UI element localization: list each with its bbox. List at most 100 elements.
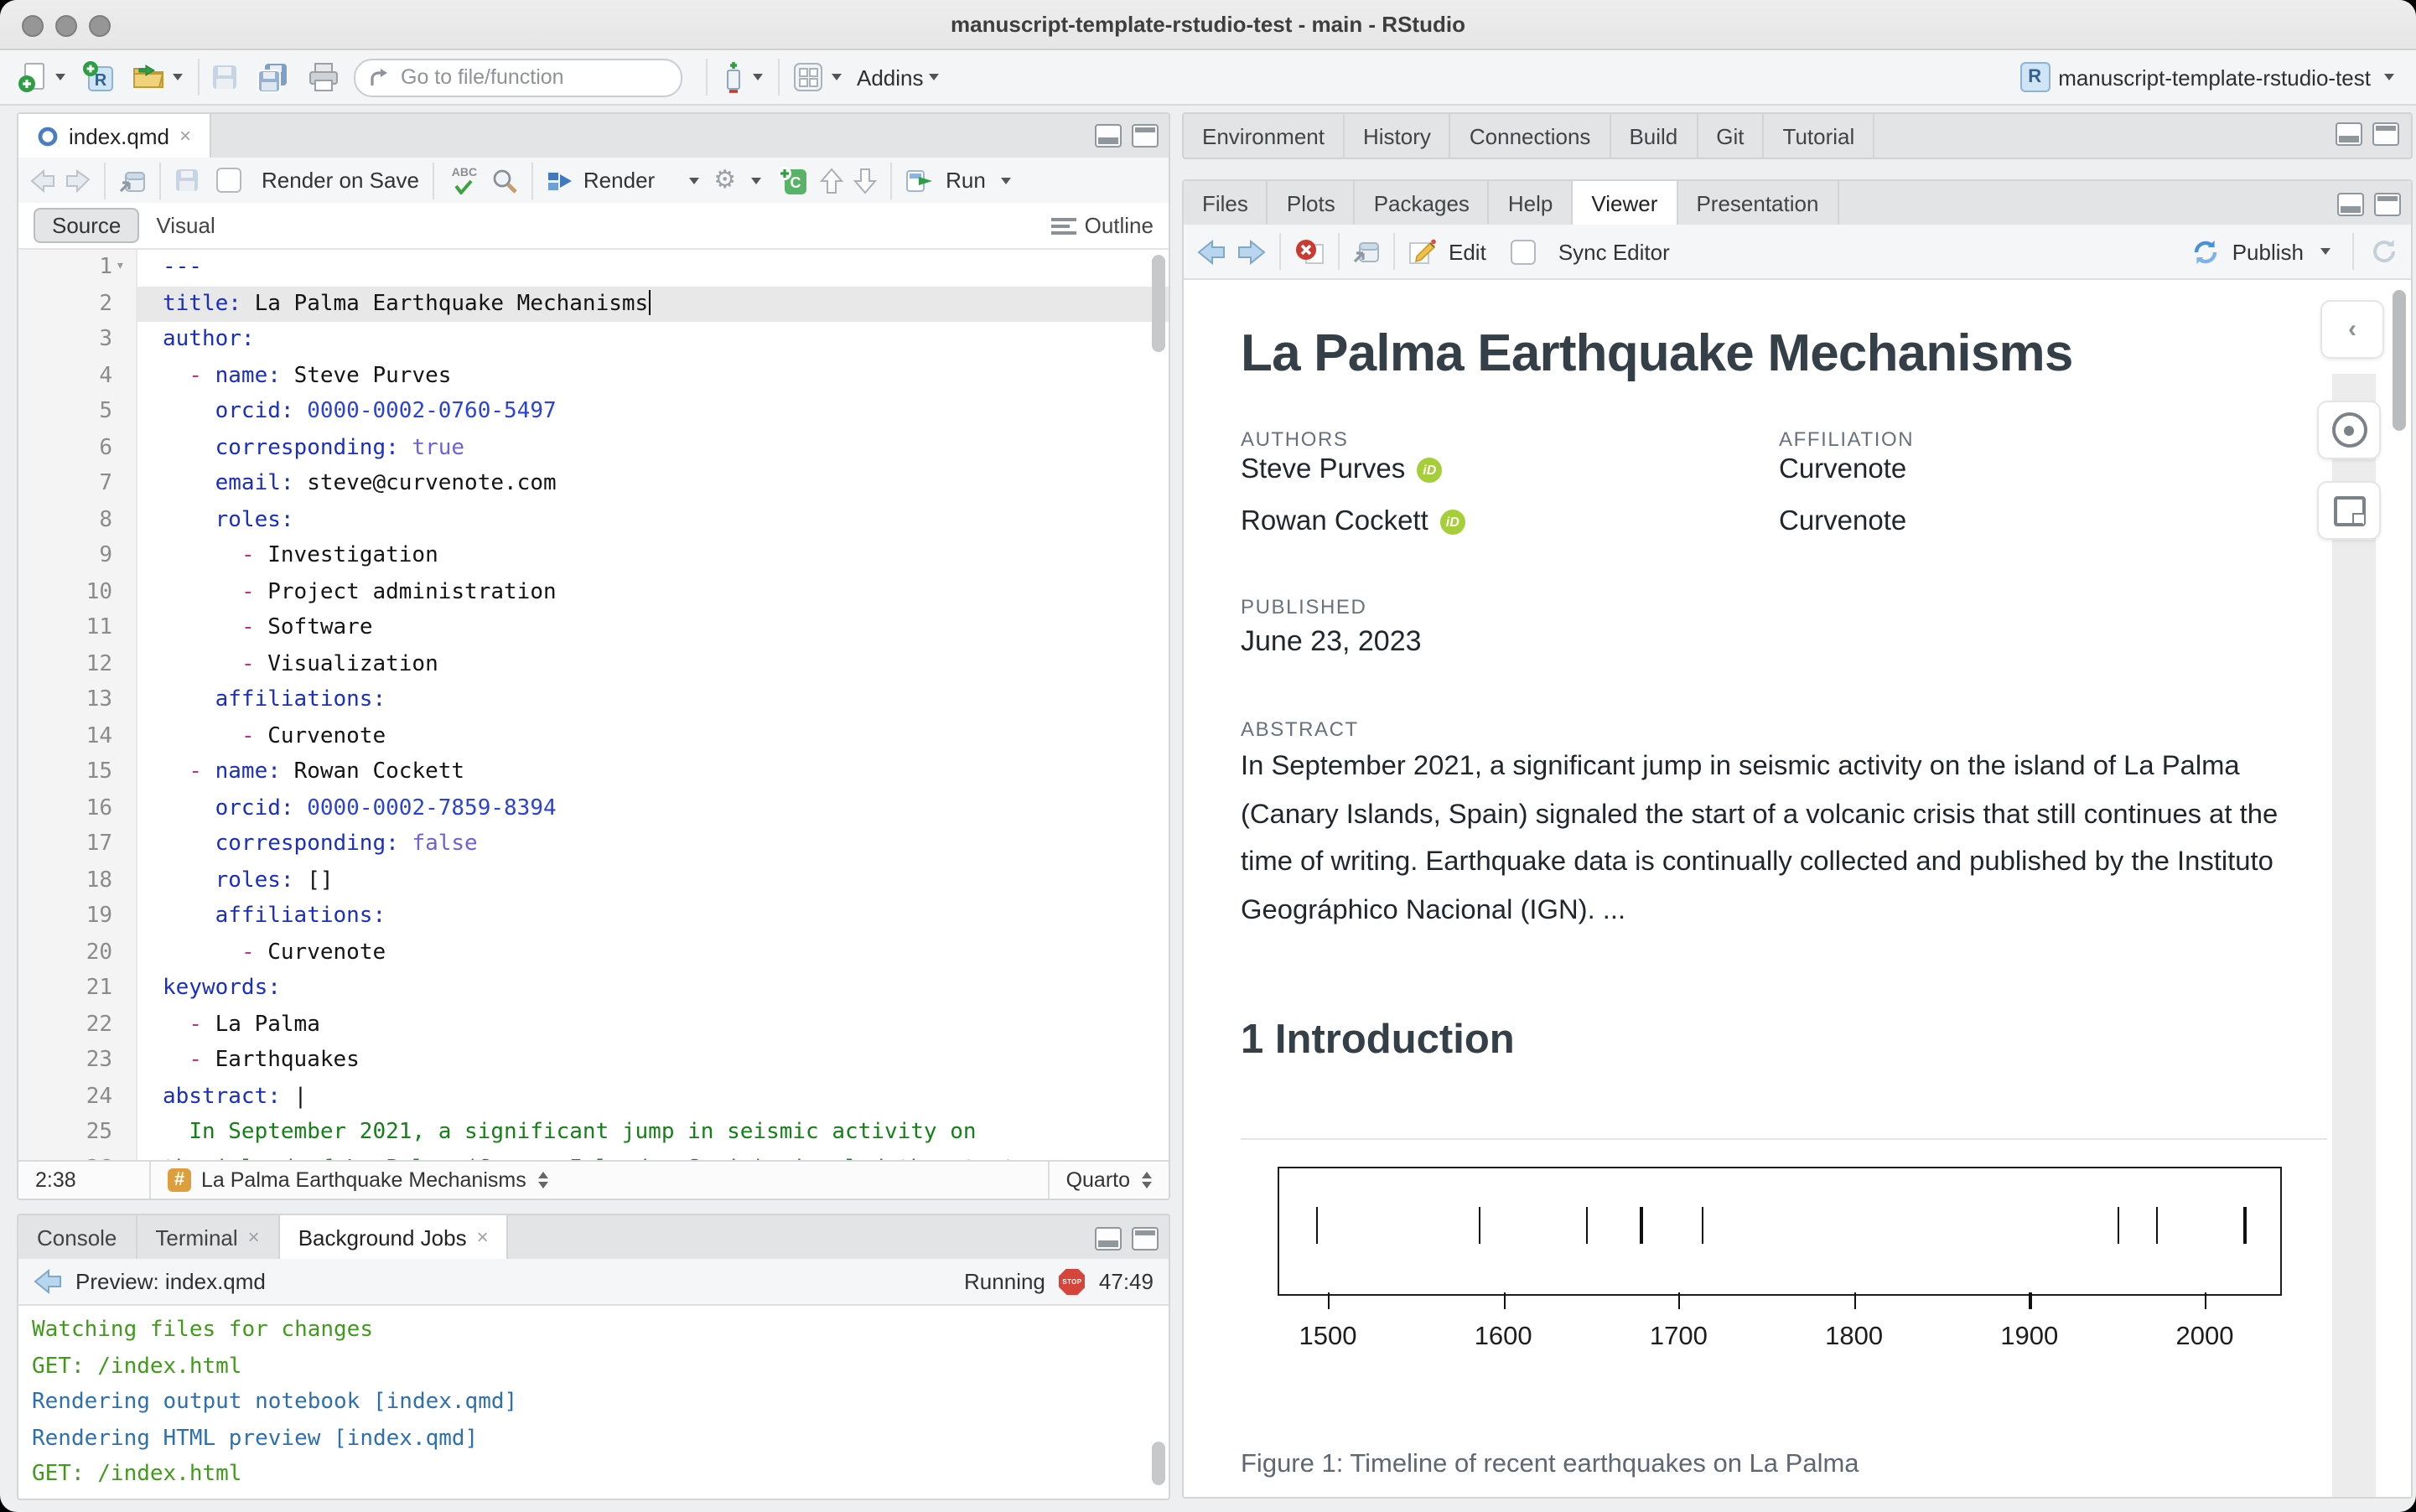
addins-caret[interactable] <box>929 74 939 80</box>
addins-button[interactable]: Addins <box>857 65 924 90</box>
open-file-icon[interactable] <box>131 55 168 99</box>
sync-editor-checkbox[interactable] <box>1511 239 1537 264</box>
run-next-icon[interactable] <box>853 167 877 194</box>
source-mode-button[interactable]: Source <box>34 208 139 243</box>
search-icon[interactable] <box>491 167 518 194</box>
back-icon[interactable] <box>30 168 55 192</box>
tab-tutorial[interactable]: Tutorial <box>1765 114 1875 158</box>
stop-job-icon[interactable]: STOP <box>1059 1268 1086 1295</box>
tab-background-jobs[interactable]: Background Jobs× <box>280 1215 509 1261</box>
open-recent-caret[interactable] <box>173 74 183 80</box>
version-control-caret[interactable] <box>753 74 763 80</box>
code-line[interactable]: 1▾--- <box>18 250 1169 286</box>
new-file-menu-caret[interactable] <box>55 74 65 80</box>
code-line[interactable]: 25 In September 2021, a significant jump… <box>18 1115 1169 1151</box>
code-line[interactable]: 8 roles: <box>18 502 1169 538</box>
orcid-icon[interactable]: iD <box>1417 458 1442 483</box>
viewer-popout-icon[interactable] <box>1353 240 1380 263</box>
annotate-button[interactable] <box>2317 481 2381 540</box>
tab-presentation[interactable]: Presentation <box>1677 181 1838 225</box>
back-to-jobs-icon[interactable] <box>34 1269 62 1294</box>
tab-build[interactable]: Build <box>1610 114 1698 158</box>
tab-terminal[interactable]: Terminal× <box>137 1215 279 1259</box>
maximize-pane-icon[interactable] <box>1132 124 1159 148</box>
close-tab-icon[interactable]: × <box>477 1225 489 1249</box>
code-line[interactable]: 22 - La Palma <box>18 1007 1169 1043</box>
run-button[interactable]: Run <box>946 168 986 193</box>
tab-viewer[interactable]: Viewer <box>1573 181 1677 226</box>
visual-mode-button[interactable]: Visual <box>139 210 231 241</box>
minimize-env-icon[interactable] <box>2336 122 2362 146</box>
insert-chunk-icon[interactable]: C <box>776 165 810 195</box>
view-options-button[interactable] <box>2317 401 2381 459</box>
clear-viewer-icon[interactable] <box>1294 238 1325 265</box>
orcid-icon[interactable]: iD <box>1440 510 1465 535</box>
outline-button[interactable]: Outline <box>1085 213 1154 238</box>
code-line[interactable]: 20 - Curvenote <box>18 935 1169 971</box>
console-output[interactable]: Watching files for changesGET: /index.ht… <box>18 1304 1169 1499</box>
tab-plots[interactable]: Plots <box>1268 181 1356 225</box>
filetype-selector[interactable]: Quarto <box>1050 1162 1169 1199</box>
tab-help[interactable]: Help <box>1490 181 1574 225</box>
fold-marker-icon[interactable]: ▾ <box>116 250 125 286</box>
code-line[interactable]: 16 orcid: 0000-0002-7859-8394 <box>18 790 1169 826</box>
maximize-env-icon[interactable] <box>2372 122 2399 146</box>
goto-file-input[interactable]: Go to file/function <box>354 58 682 96</box>
code-line[interactable]: 12 - Visualization <box>18 646 1169 682</box>
viewer-forward-icon[interactable] <box>1237 239 1266 264</box>
version-control-icon[interactable] <box>718 55 748 99</box>
rendered-document[interactable]: La Palma Earthquake Mechanisms AUTHORS A… <box>1184 280 2411 1497</box>
forward-icon[interactable] <box>65 168 91 192</box>
code-line[interactable]: 19 affiliations: <box>18 898 1169 935</box>
print-icon[interactable] <box>307 55 340 99</box>
publish-caret[interactable] <box>2320 248 2330 255</box>
code-line[interactable]: 7 email: steve@curvenote.com <box>18 466 1169 502</box>
tab-history[interactable]: History <box>1345 114 1451 158</box>
code-line[interactable]: 15 - name: Rowan Cockett <box>18 754 1169 790</box>
save-icon[interactable] <box>210 55 240 99</box>
code-line[interactable]: 13 affiliations: <box>18 682 1169 718</box>
workspace-panes-caret[interactable] <box>832 74 842 80</box>
gear-icon[interactable]: ⚙ <box>713 168 736 193</box>
run-icon[interactable] <box>905 168 936 192</box>
save-doc-icon[interactable] <box>174 168 200 193</box>
tab-packages[interactable]: Packages <box>1356 181 1490 225</box>
tab-environment[interactable]: Environment <box>1184 114 1345 158</box>
tab-connections[interactable]: Connections <box>1451 114 1611 158</box>
project-menu[interactable]: R manuscript-template-rstudio-test <box>2019 50 2399 104</box>
code-line[interactable]: 2title: La Palma Earthquake Mechanisms <box>18 286 1169 322</box>
render-icon[interactable] <box>547 168 573 192</box>
workspace-panes-icon[interactable] <box>790 55 827 99</box>
tab-console[interactable]: Console <box>18 1215 137 1259</box>
render-on-save-checkbox[interactable] <box>216 168 241 193</box>
collapse-panel-button[interactable]: ‹ <box>2320 300 2384 359</box>
render-button[interactable]: Render <box>583 168 655 193</box>
editor-scrollbar[interactable] <box>1152 255 1165 352</box>
maximize-viewer-icon[interactable] <box>2374 193 2401 216</box>
maximize-console-icon[interactable] <box>1132 1227 1159 1251</box>
popout-icon[interactable] <box>119 168 146 192</box>
code-line[interactable]: 9 - Investigation <box>18 538 1169 574</box>
section-selector[interactable]: # La Palma Earthquake Mechanisms <box>151 1162 1048 1199</box>
code-editor[interactable]: 1▾---2title: La Palma Earthquake Mechani… <box>18 250 1169 1162</box>
code-line[interactable]: 4 - name: Steve Purves <box>18 358 1169 394</box>
code-line[interactable]: 6 corresponding: true <box>18 430 1169 466</box>
tab-git[interactable]: Git <box>1698 114 1764 158</box>
console-scrollbar[interactable] <box>1152 1442 1165 1485</box>
run-previous-icon[interactable] <box>820 167 843 194</box>
minimize-console-icon[interactable] <box>1095 1227 1122 1251</box>
run-caret[interactable] <box>1001 177 1011 184</box>
code-line[interactable]: 11 - Software <box>18 610 1169 646</box>
minimize-viewer-icon[interactable] <box>2337 193 2364 216</box>
close-tab-icon[interactable]: × <box>248 1225 260 1249</box>
close-tab-icon[interactable]: × <box>179 124 191 148</box>
code-line[interactable]: 21keywords: <box>18 971 1169 1007</box>
spellcheck-icon[interactable]: ABC <box>448 167 481 194</box>
gear-caret[interactable] <box>751 177 761 184</box>
save-all-icon[interactable] <box>253 55 290 99</box>
edit-button[interactable]: Edit <box>1449 239 1486 264</box>
code-line[interactable]: 24abstract: | <box>18 1079 1169 1115</box>
code-line[interactable]: 23 - Earthquakes <box>18 1043 1169 1079</box>
viewer-back-icon[interactable] <box>1197 239 1226 264</box>
code-line[interactable]: 10 - Project administration <box>18 574 1169 610</box>
